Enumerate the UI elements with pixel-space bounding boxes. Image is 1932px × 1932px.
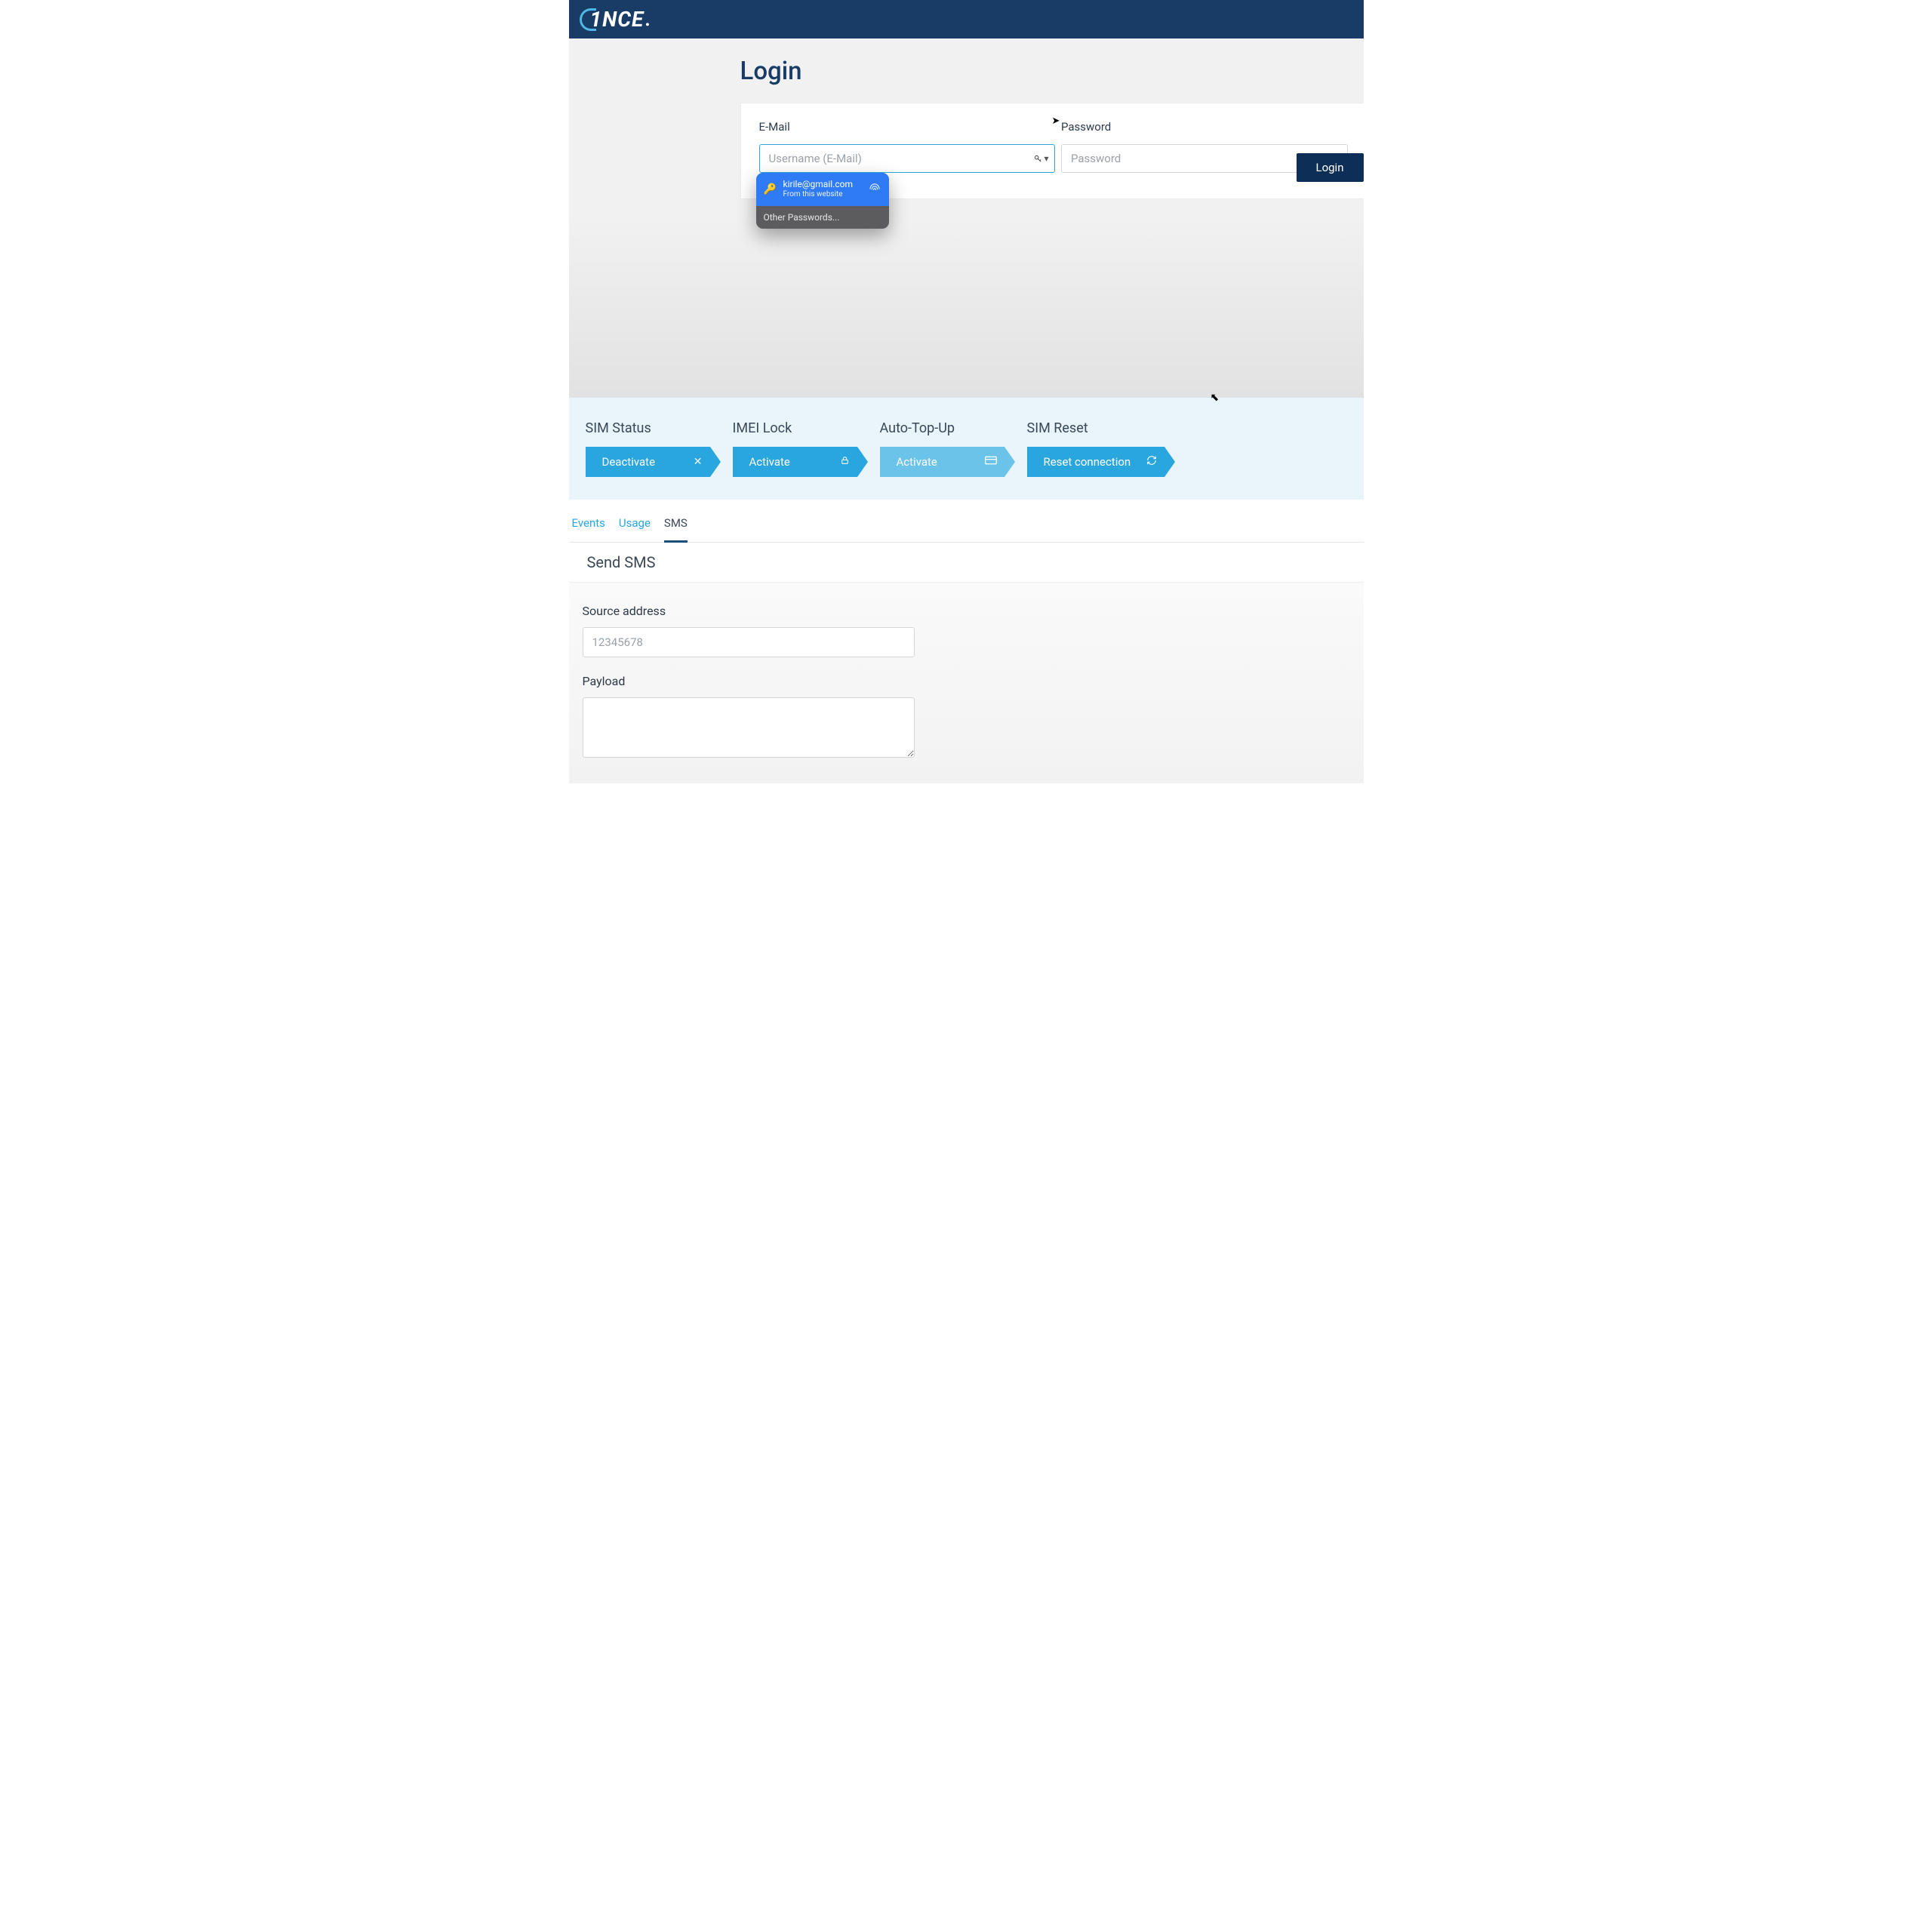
autofill-email: kirile@gmail.com bbox=[783, 179, 862, 190]
brand-logo: 1NCE . bbox=[580, 7, 652, 32]
page-title: Login bbox=[740, 57, 1364, 86]
source-address-input[interactable] bbox=[583, 627, 915, 657]
reset-connection-label: Reset connection bbox=[1044, 455, 1131, 469]
topup-activate-label: Activate bbox=[897, 455, 937, 469]
imei-activate-button[interactable]: Activate bbox=[733, 447, 857, 477]
auto-topup-group: Auto-Top-Up Activate bbox=[880, 420, 1004, 477]
send-sms-form: Source address Payload bbox=[569, 583, 1364, 783]
autofill-suggestion[interactable]: 🔑 kirile@gmail.com From this website bbox=[756, 173, 889, 206]
email-field-group: E-Mail ▾ bbox=[759, 120, 1044, 173]
deactivate-label: Deactivate bbox=[602, 455, 656, 469]
sim-reset-group: SIM Reset Reset connection bbox=[1027, 420, 1164, 477]
logo-text: 1NCE bbox=[590, 7, 645, 32]
auto-topup-title: Auto-Top-Up bbox=[880, 420, 1004, 436]
imei-activate-label: Activate bbox=[749, 455, 790, 469]
imei-lock-group: IMEI Lock Activate bbox=[733, 420, 857, 477]
detail-tabs: Events Usage SMS bbox=[569, 500, 1364, 543]
deactivate-button[interactable]: Deactivate ✕ bbox=[586, 447, 710, 477]
cursor-icon: ⬉ bbox=[1211, 392, 1220, 404]
source-address-label: Source address bbox=[583, 604, 1350, 618]
sim-actions-panel: SIM Status Deactivate ✕ IMEI Lock Activa… bbox=[569, 398, 1364, 500]
sim-status-group: SIM Status Deactivate ✕ bbox=[586, 420, 710, 477]
login-button[interactable]: Login bbox=[1297, 153, 1364, 182]
sim-dashboard: SIM Status Deactivate ✕ IMEI Lock Activa… bbox=[569, 398, 1364, 783]
topup-activate-button[interactable]: Activate bbox=[880, 447, 1004, 477]
sim-status-title: SIM Status bbox=[586, 420, 710, 436]
password-label: Password bbox=[1061, 120, 1346, 134]
password-key-icon[interactable]: ▾ bbox=[1034, 153, 1048, 164]
tab-events[interactable]: Events bbox=[572, 516, 605, 542]
payload-label: Payload bbox=[583, 674, 1350, 688]
logo-dot: . bbox=[645, 8, 651, 31]
email-input[interactable] bbox=[759, 144, 1055, 173]
top-nav-bar: 1NCE . bbox=[569, 0, 1364, 38]
lock-icon bbox=[840, 456, 850, 469]
cursor-icon: ➤ bbox=[1052, 115, 1060, 127]
login-screenshot: 1NCE . Login E-Mail ▾ bbox=[569, 0, 1364, 398]
autofill-subtext: From this website bbox=[783, 190, 862, 200]
key-icon: 🔑 bbox=[764, 183, 777, 195]
fingerprint-icon bbox=[868, 181, 881, 198]
card-icon bbox=[985, 456, 997, 468]
other-passwords-option[interactable]: Other Passwords... bbox=[756, 206, 889, 229]
send-sms-heading: Send SMS bbox=[569, 543, 1364, 583]
payload-textarea[interactable] bbox=[583, 697, 915, 758]
close-icon: ✕ bbox=[694, 456, 703, 468]
sim-reset-title: SIM Reset bbox=[1027, 420, 1164, 436]
tab-usage[interactable]: Usage bbox=[619, 516, 651, 542]
email-label: E-Mail bbox=[759, 120, 1044, 134]
imei-lock-title: IMEI Lock bbox=[733, 420, 857, 436]
chevron-down-icon: ▾ bbox=[1044, 153, 1048, 164]
password-autofill-popup: 🔑 kirile@gmail.com From this website Oth… bbox=[756, 173, 889, 229]
tab-sms[interactable]: SMS bbox=[664, 516, 688, 543]
login-container: Login E-Mail ▾ Passwor bbox=[569, 38, 1364, 199]
reset-connection-button[interactable]: Reset connection bbox=[1027, 447, 1164, 477]
refresh-icon bbox=[1146, 455, 1157, 469]
